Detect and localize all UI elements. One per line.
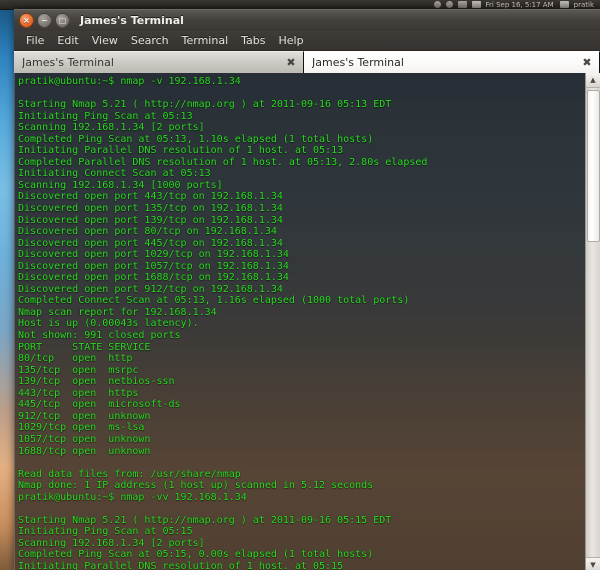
terminal-tab-2[interactable]: James's Terminal ✖ <box>304 51 600 73</box>
menu-search[interactable]: Search <box>125 33 175 48</box>
close-icon: × <box>23 15 30 25</box>
scroll-down-icon[interactable]: ▼ <box>585 557 600 570</box>
terminal-output-text: pratik@ubuntu:~$ nmap -v 192.168.1.34 St… <box>18 76 428 570</box>
scrollbar-thumb[interactable] <box>586 90 600 242</box>
scroll-up-icon[interactable]: ▲ <box>585 73 600 88</box>
terminal-body: pratik@ubuntu:~$ nmap -v 192.168.1.34 St… <box>14 73 600 570</box>
tab-2-close-icon[interactable]: ✖ <box>581 56 593 69</box>
close-window-button[interactable]: × <box>19 13 34 28</box>
envelope-icon[interactable] <box>471 1 481 8</box>
minimize-icon: − <box>41 15 48 25</box>
window-titlebar[interactable]: × − □ James's Terminal <box>14 9 600 31</box>
scrollbar-track[interactable] <box>585 88 600 557</box>
power-icon[interactable] <box>559 1 569 8</box>
menu-edit[interactable]: Edit <box>51 33 84 48</box>
tab-bar: James's Terminal ✖ James's Terminal ✖ <box>14 51 600 73</box>
terminal-output-area[interactable]: pratik@ubuntu:~$ nmap -v 192.168.1.34 St… <box>14 73 585 570</box>
network-icon[interactable] <box>433 1 441 8</box>
menu-tabs[interactable]: Tabs <box>235 33 271 48</box>
tab-1-label: James's Terminal <box>22 56 114 69</box>
window-title: James's Terminal <box>80 14 184 27</box>
terminal-tab-1[interactable]: James's Terminal ✖ <box>14 51 304 73</box>
panel-username[interactable]: pratik <box>574 1 594 9</box>
menu-terminal[interactable]: Terminal <box>176 33 235 48</box>
menubar: File Edit View Search Terminal Tabs Help <box>14 31 600 51</box>
terminal-scrollbar[interactable]: ▲ ▼ <box>585 73 600 570</box>
maximize-window-button[interactable]: □ <box>55 13 70 28</box>
desktop: Fri Sep 16, 5:17 AM pratik × − □ James's… <box>0 0 600 570</box>
minimize-window-button[interactable]: − <box>37 13 52 28</box>
menu-help[interactable]: Help <box>273 33 310 48</box>
bluetooth-icon[interactable] <box>445 1 453 8</box>
tab-2-label: James's Terminal <box>312 56 404 69</box>
panel-clock[interactable]: Fri Sep 16, 5:17 AM <box>486 1 554 9</box>
window-controls: × − □ <box>19 13 70 28</box>
maximize-icon: □ <box>58 15 67 25</box>
menu-file[interactable]: File <box>20 33 50 48</box>
terminal-window: × − □ James's Terminal File Edit View Se… <box>14 9 600 570</box>
volume-icon[interactable] <box>457 1 467 8</box>
tab-1-close-icon[interactable]: ✖ <box>285 56 297 69</box>
menu-view[interactable]: View <box>86 33 124 48</box>
